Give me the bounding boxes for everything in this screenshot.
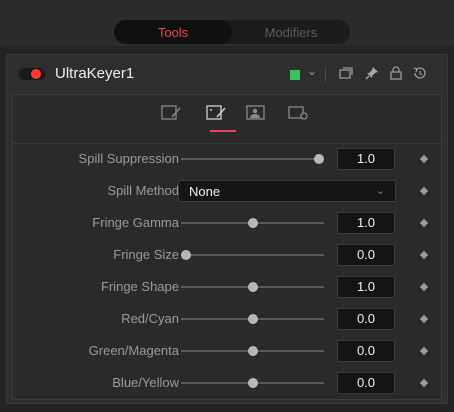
control-label: Fringe Gamma (92, 215, 179, 230)
value-field[interactable]: 0.0 (337, 372, 395, 394)
control-label: Red/Cyan (121, 311, 179, 326)
inspector-tab-bar: Tools Modifiers (0, 0, 454, 46)
control-label: Blue/Yellow (112, 375, 179, 390)
value-field[interactable]: 0.0 (337, 244, 395, 266)
green-magenta-row: Green/Magenta 0.0 (13, 337, 443, 365)
image-tab-icon[interactable] (245, 103, 267, 123)
spill-method-dropdown[interactable]: None ⌄ (178, 180, 396, 202)
slider-knob[interactable] (247, 378, 258, 388)
control-label: Spill Method (107, 183, 179, 198)
tool-name: UltraKeyer1 (55, 65, 135, 82)
keyframe-diamond-icon[interactable] (419, 378, 429, 388)
control-label: Fringe Size (113, 247, 179, 262)
keyframe-diamond-icon[interactable] (419, 346, 429, 356)
keyframe-diamond-icon[interactable] (419, 282, 429, 292)
tab-modifiers[interactable]: Modifiers (232, 20, 350, 44)
fringe-gamma-row: Fringe Gamma 1.0 (13, 209, 443, 237)
header-divider (325, 66, 326, 82)
matte-edit-tab-icon[interactable] (205, 103, 227, 123)
dropdown-value: None (189, 184, 221, 199)
control-label: Green/Magenta (88, 343, 179, 358)
pin-icon[interactable] (364, 65, 380, 81)
tool-color-swatch[interactable] (290, 70, 300, 80)
lock-icon[interactable] (388, 65, 404, 81)
keyframe-diamond-icon[interactable] (419, 250, 429, 260)
value-field[interactable]: 1.0 (337, 212, 395, 234)
red-cyan-row: Red/Cyan 0.0 (13, 305, 443, 333)
control-label: Spill Suppression (78, 151, 179, 166)
keyframe-diamond-icon[interactable] (419, 186, 429, 196)
value-field[interactable]: 1.0 (337, 276, 395, 298)
keyframe-diamond-icon[interactable] (419, 314, 429, 324)
keyframe-diamond-icon[interactable] (419, 218, 429, 228)
chevron-down-icon[interactable]: ⌄ (307, 64, 317, 78)
tool-header[interactable]: UltraKeyer1 ⌄ (7, 60, 447, 90)
key-tab-icon[interactable] (160, 103, 182, 123)
controls-area: Spill Suppression 1.0 Spill Method None … (12, 143, 442, 400)
active-tab-indicator (210, 130, 236, 132)
value-field[interactable]: 0.0 (337, 308, 395, 330)
slider-knob[interactable] (247, 314, 258, 324)
slider-knob[interactable] (247, 282, 258, 292)
control-label: Fringe Shape (100, 279, 179, 294)
slider-knob[interactable] (247, 218, 258, 228)
tools-modifiers-switch: Tools Modifiers (114, 20, 350, 44)
enabled-dot-icon (31, 69, 41, 79)
keyframe-diamond-icon[interactable] (419, 154, 429, 164)
value-field[interactable]: 0.0 (337, 340, 395, 362)
tab-tools[interactable]: Tools (114, 20, 232, 44)
fringe-shape-row: Fringe Shape 1.0 (13, 273, 443, 301)
value-field[interactable]: 1.0 (337, 148, 395, 170)
slider-track[interactable] (181, 158, 324, 160)
slider-track[interactable] (181, 254, 324, 256)
settings-tab-icon[interactable] (287, 103, 309, 123)
versions-icon[interactable] (338, 65, 354, 81)
blue-yellow-row: Blue/Yellow 0.0 (13, 369, 443, 397)
slider-knob[interactable] (247, 346, 258, 356)
slider-knob[interactable] (181, 250, 191, 260)
fringe-size-row: Fringe Size 0.0 (13, 241, 443, 269)
spill-suppression-row: Spill Suppression 1.0 (13, 145, 443, 173)
control-tabs-bar (12, 94, 442, 144)
reset-icon[interactable] (412, 65, 428, 81)
chevron-down-icon: ⌄ (375, 185, 385, 197)
tool-enable-toggle[interactable] (19, 68, 45, 80)
spill-method-row: Spill Method None ⌄ (13, 177, 443, 205)
slider-knob[interactable] (314, 154, 324, 164)
